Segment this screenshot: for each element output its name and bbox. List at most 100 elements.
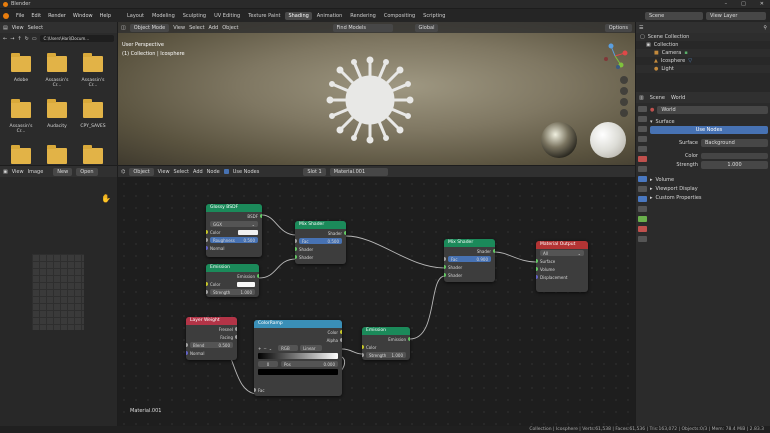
color-input-socket[interactable] [362, 345, 364, 349]
remove-stop-icon[interactable]: − [263, 346, 266, 351]
refresh-icon[interactable]: ↻ [25, 36, 29, 42]
tab-scripting[interactable]: Scripting [420, 12, 448, 20]
mix-shader-node-1[interactable]: Mix Shader Shader Fac 0.500 Shader Shader [295, 221, 346, 264]
outliner-row[interactable]: ● Light [636, 65, 770, 73]
mix-shader-header[interactable]: Mix Shader [295, 221, 346, 229]
viewport-type-icon[interactable]: ◫ [121, 25, 126, 31]
volume-input-socket[interactable] [536, 267, 538, 271]
emission-node-2[interactable]: Emission Emission Color Strength 1.000 [362, 327, 410, 360]
shader-input-socket-2[interactable] [444, 273, 446, 277]
shader-output-socket[interactable] [493, 249, 495, 253]
tab-uv-editing[interactable]: UV Editing [211, 12, 243, 20]
tab-rendering[interactable]: Rendering [347, 12, 379, 20]
target-dropdown[interactable]: All ⌄ [540, 250, 584, 256]
outliner-type-icon[interactable]: ☰ [639, 25, 643, 31]
shader-input-socket-2[interactable] [295, 255, 297, 259]
color-input-socket[interactable] [206, 230, 208, 234]
strength-field[interactable]: Strength 1.000 [366, 352, 406, 358]
properties-type-icon[interactable]: ▥ [639, 95, 644, 101]
fac-input-socket[interactable] [254, 388, 256, 392]
folder-item[interactable]: Assassin's Cr... [77, 53, 109, 88]
stop-position-field[interactable]: Pos 0.000 [281, 361, 338, 367]
mix-shader-header[interactable]: Mix Shader [444, 239, 495, 247]
menu-render[interactable]: Render [48, 13, 66, 19]
back-icon[interactable]: ← [3, 36, 7, 42]
tool-tab-icon[interactable] [638, 106, 647, 112]
world-color-swatch[interactable] [701, 152, 768, 159]
vp-menu-add[interactable]: Add [209, 25, 219, 31]
fb-menu-select[interactable]: Select [28, 25, 43, 31]
fac-field[interactable]: Fac 0.500 [299, 238, 342, 244]
surface-shader-dropdown[interactable]: Background [701, 138, 768, 147]
view-layer-tab-icon[interactable] [638, 136, 647, 142]
image-canvas[interactable] [32, 254, 84, 330]
new-image-button[interactable]: New [53, 167, 73, 176]
layer-weight-header[interactable]: Layer Weight [186, 317, 237, 325]
3d-viewport[interactable]: ◫ Object Mode View Select Add Object Fin… [118, 22, 635, 165]
custom-properties-panel-header[interactable]: ▸ Custom Properties [650, 193, 768, 202]
tab-modeling[interactable]: Modeling [149, 12, 178, 20]
vp-menu-select[interactable]: Select [189, 25, 204, 31]
editor-type-icon[interactable]: ▤ [3, 25, 8, 31]
material-tab-icon[interactable] [638, 226, 647, 232]
folder-item[interactable]: Assassin's Cr... [5, 99, 37, 134]
fb-menu-view[interactable]: View [12, 25, 24, 31]
strength-input-socket[interactable] [362, 353, 364, 357]
view-layer-selector[interactable]: View Layer [706, 11, 766, 20]
stop-index-field[interactable]: 0 [258, 361, 278, 367]
color-output-socket[interactable] [340, 330, 342, 334]
emission-node-1[interactable]: Emission Emission Color Strength 1.000 [206, 264, 259, 297]
menu-help[interactable]: Help [100, 13, 111, 19]
tab-texture-paint[interactable]: Texture Paint [245, 12, 283, 20]
alpha-output-socket[interactable] [340, 338, 342, 342]
world-tab-label[interactable]: World [671, 95, 685, 101]
colorramp-node[interactable]: ColorRamp Color Alpha + − ⌄ RGB Linear 0… [254, 320, 342, 396]
particles-tab-icon[interactable] [638, 186, 647, 192]
path-field[interactable]: C:\Users\Hari\Docum... [39, 35, 114, 42]
add-stop-icon[interactable]: + [258, 346, 261, 351]
folder-item[interactable]: Assassin's Cr... [41, 53, 73, 88]
world-tab-icon[interactable] [638, 156, 647, 162]
data-tab-icon[interactable] [638, 216, 647, 222]
camera-view-icon[interactable] [620, 98, 628, 106]
blender-menu-icon[interactable] [3, 12, 9, 19]
outliner-row[interactable]: ■ Camera ▪ [636, 49, 770, 57]
pan-icon[interactable] [620, 87, 628, 95]
outliner-filter-icon[interactable]: ⚲ [763, 25, 767, 31]
folder-item[interactable]: Adobe [5, 53, 37, 88]
minimize-icon[interactable]: – [725, 1, 728, 7]
virus-icosphere-mesh[interactable] [324, 56, 416, 144]
interpolation-dropdown[interactable]: Linear [300, 345, 323, 351]
world-name-field[interactable]: World [657, 105, 768, 114]
pan-hand-icon[interactable]: ✋ [101, 194, 111, 203]
ramp-menu-icon[interactable]: ⌄ [269, 346, 272, 351]
surface-input-socket[interactable] [536, 259, 538, 263]
material-output-node[interactable]: Material Output All ⌄ Surface Volume Disp… [536, 241, 588, 292]
shader-node-editor[interactable]: ⌬ Object View Select Add Node Use Nodes … [118, 166, 635, 426]
viewport-display-panel-header[interactable]: ▸ Viewport Display [650, 184, 768, 193]
glossy-color-swatch[interactable] [238, 229, 258, 235]
render-tab-icon[interactable] [638, 116, 647, 122]
roughness-field[interactable]: Roughness 0.500 [210, 237, 258, 243]
emission-color-swatch[interactable] [237, 281, 255, 287]
tab-sculpting[interactable]: Sculpting [180, 12, 209, 20]
folder-item[interactable]: CPY_SAVES [77, 99, 109, 134]
menu-file[interactable]: File [16, 13, 24, 19]
menu-window[interactable]: Window [73, 13, 93, 19]
strength-input-socket[interactable] [206, 290, 208, 294]
colorramp-header[interactable]: ColorRamp [254, 320, 342, 328]
material-output-header[interactable]: Material Output [536, 241, 588, 249]
find-models-field[interactable]: Find Models [332, 23, 393, 32]
vp-menu-object[interactable]: Object [222, 25, 238, 31]
normal-input-socket[interactable] [206, 246, 208, 250]
color-input-socket[interactable] [206, 282, 208, 286]
glossy-node-header[interactable]: Glossy BSDF [206, 204, 262, 212]
forward-icon[interactable]: → [10, 36, 14, 42]
tab-animation[interactable]: Animation [314, 12, 346, 20]
menu-edit[interactable]: Edit [31, 13, 41, 19]
zoom-icon[interactable] [620, 76, 628, 84]
close-icon[interactable]: ✕ [760, 1, 764, 7]
strength-field[interactable]: 1.000 [701, 160, 768, 169]
shader-output-socket[interactable] [344, 231, 346, 235]
emission-output-socket[interactable] [408, 337, 410, 341]
